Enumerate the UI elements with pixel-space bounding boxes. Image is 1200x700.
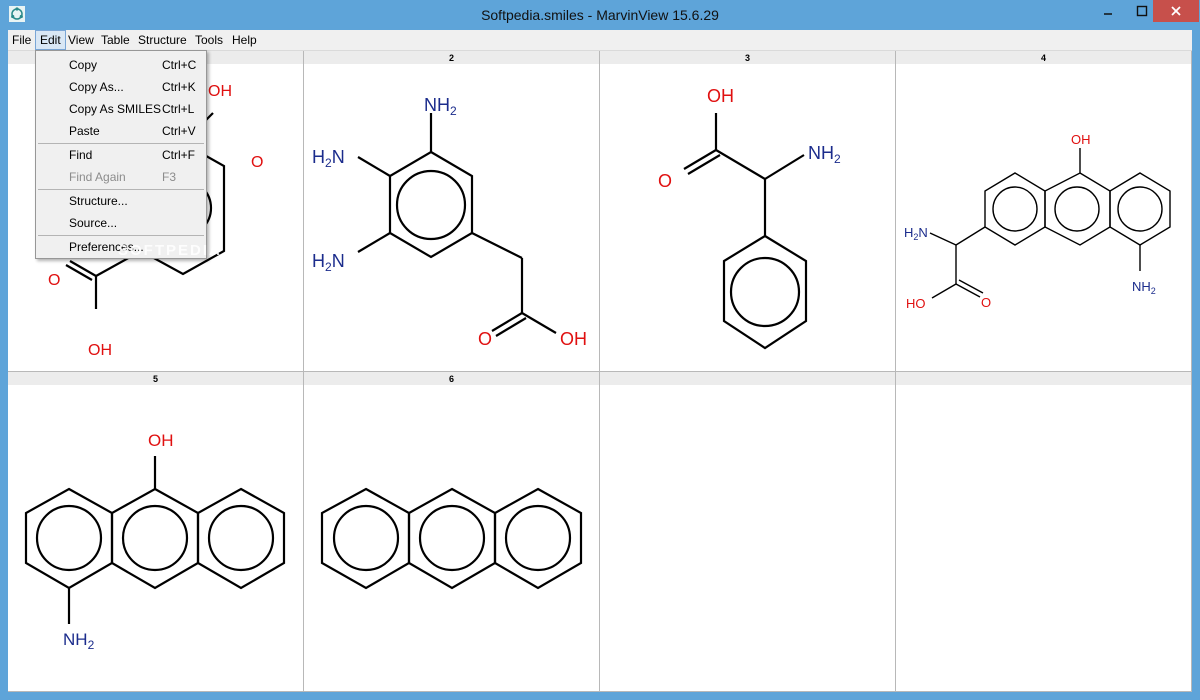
atom-label: H2N (312, 147, 345, 170)
atom-label: OH (560, 329, 587, 349)
molecule-cell-6[interactable]: 6 (304, 372, 600, 692)
edit-menu-dropdown: Copy Ctrl+C Copy As... Ctrl+K Copy As SM… (35, 50, 207, 259)
title-bar: Softpedia.smiles - MarvinView 15.6.29 (0, 0, 1200, 30)
cell-index (600, 372, 895, 385)
atom-label: O (251, 154, 263, 171)
menu-edit[interactable]: Edit (35, 30, 66, 50)
menu-item-paste[interactable]: Paste Ctrl+V (36, 120, 206, 142)
molecule-cell-3[interactable]: 3 OH O NH2 (600, 51, 896, 372)
molecule-cell-7[interactable] (600, 372, 896, 692)
menu-item-structure[interactable]: Structure... (36, 190, 206, 212)
atom-label: OH (707, 86, 734, 106)
menu-table[interactable]: Table (97, 30, 134, 50)
atom-label: OH (1071, 132, 1091, 147)
molecule-structure: OH H2N NH2 HO O (904, 132, 1171, 311)
atom-label: O (658, 171, 672, 191)
menu-file[interactable]: File (8, 30, 35, 50)
molecule-cell-2[interactable]: 2 NH2 H2N H2N O OH (304, 51, 600, 372)
molecule-cell-4[interactable]: 4 OH H2N NH2 HO O (896, 51, 1192, 372)
menu-item-find[interactable]: Find Ctrl+F (36, 144, 206, 166)
molecule-structure: OH O NH2 (658, 86, 841, 350)
molecule-structure: NH2 H2N H2N O OH (312, 95, 587, 349)
cell-index (896, 372, 1191, 385)
menu-item-source[interactable]: Source... (36, 212, 206, 234)
atom-label: OH (148, 431, 174, 450)
atom-label: H2N (904, 225, 928, 242)
molecule-cell-5[interactable]: 5 OH NH2 (8, 372, 304, 692)
molecule-structure: OH NH2 (24, 431, 286, 652)
atom-label: NH2 (424, 95, 457, 118)
atom-label: NH2 (1132, 279, 1156, 296)
atom-label: NH2 (63, 630, 95, 652)
atom-label: O (48, 272, 60, 289)
close-button[interactable] (1153, 0, 1199, 22)
close-icon (1171, 6, 1181, 16)
atom-label: HO (906, 296, 926, 311)
window-title: Softpedia.smiles - MarvinView 15.6.29 (481, 7, 719, 23)
molecule-cell-8[interactable] (896, 372, 1192, 692)
menu-bar: File Edit View Table Structure Tools Hel… (8, 30, 1192, 51)
menu-item-copy-as-smiles[interactable]: Copy As SMILES Ctrl+L (36, 98, 206, 120)
atom-label: OH (88, 342, 112, 359)
watermark: SOFTPEDIA (118, 242, 222, 259)
maximize-icon (1136, 5, 1148, 17)
menu-item-find-again: Find Again F3 (69, 170, 177, 184)
atom-label: NH2 (808, 143, 841, 166)
atom-label: O (478, 329, 492, 349)
menu-item-copy-as[interactable]: Copy As... Ctrl+K (36, 76, 206, 98)
menu-tools[interactable]: Tools (191, 30, 227, 50)
molecule-structure (320, 487, 583, 590)
minimize-icon (1104, 13, 1112, 15)
menu-item-copy[interactable]: Copy Ctrl+C (36, 54, 206, 76)
atom-label: O (981, 295, 991, 310)
menu-view[interactable]: View (64, 30, 98, 50)
menu-structure[interactable]: Structure (134, 30, 191, 50)
atom-label: OH (208, 83, 232, 100)
menu-help[interactable]: Help (228, 30, 261, 50)
atom-label: H2N (312, 251, 345, 274)
